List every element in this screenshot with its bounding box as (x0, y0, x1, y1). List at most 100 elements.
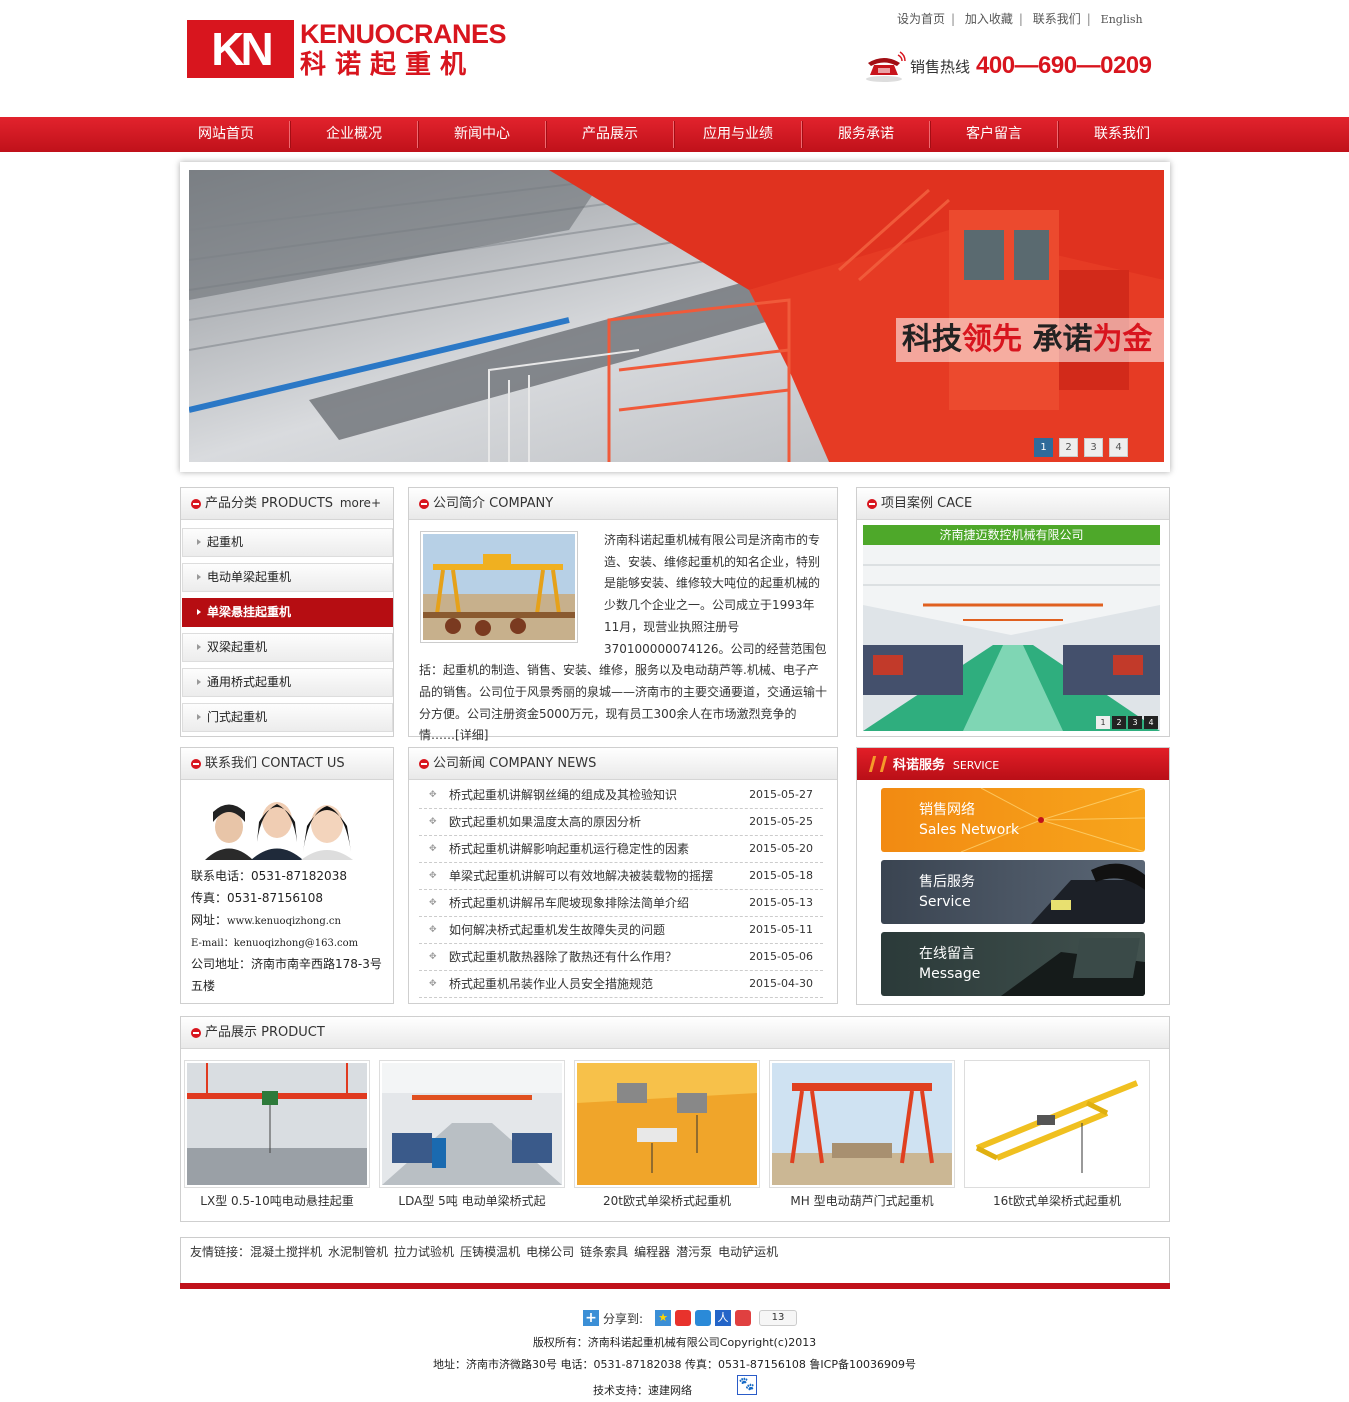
news-title-text[interactable]: 桥式起重机讲解吊车爬坡现象排除法简单介绍 (449, 890, 689, 916)
label: 公司地址： (191, 957, 252, 971)
banner-dot-4[interactable]: 4 (1109, 438, 1128, 457)
value[interactable]: www.kenuoqizhong.cn (227, 916, 341, 927)
news-title-text[interactable]: 桥式起重机讲解钢丝绳的组成及其检验知识 (449, 782, 677, 808)
banner-dot-2[interactable]: 2 (1059, 438, 1078, 457)
logo-text-en: KENUOCRANES (300, 19, 507, 49)
company-photo[interactable] (420, 531, 578, 643)
more-link[interactable]: more+ (340, 488, 381, 519)
news-item[interactable]: ✥ 单梁式起重机讲解可以有效地解决被装载物的摇摆 2015-05-18 (419, 863, 823, 890)
renren-icon[interactable]: 人 (715, 1310, 732, 1326)
bullet-icon: ✥ (429, 979, 437, 989)
product-thumb-2[interactable] (379, 1060, 565, 1188)
qzone-icon[interactable]: ★ (655, 1310, 672, 1326)
product-thumb-5[interactable] (964, 1060, 1150, 1188)
news-title-text[interactable]: 单梁式起重机讲解可以有效地解决被装载物的摇摆 (449, 863, 713, 889)
online-message-button[interactable]: 在线留言 Message (881, 932, 1145, 996)
nav-about[interactable]: 企业概况 (290, 117, 418, 152)
friend-link[interactable]: 编程器 (634, 1245, 670, 1259)
news-item[interactable]: ✥ 桥式起重机讲解影响起重机运行稳定性的因素 2015-05-20 (419, 836, 823, 863)
panel-header: 项目案例 CACE (857, 488, 1169, 520)
category-item[interactable]: 通用桥式起重机 (182, 668, 393, 697)
value[interactable]: kenuoqizhong@163.com (234, 938, 358, 949)
banner-image[interactable] (189, 170, 1164, 462)
service-title-cn: 科诺服务 (893, 758, 946, 773)
product-caption-5[interactable]: 16t欧式单梁桥式起重机 (964, 1192, 1150, 1209)
case-dot-2[interactable]: 2 (1112, 716, 1126, 729)
product-thumb-3[interactable] (574, 1060, 760, 1188)
nav-news[interactable]: 新闻中心 (418, 117, 546, 152)
nav-guestbook[interactable]: 客户留言 (930, 117, 1058, 152)
product-caption-4[interactable]: MH 型电动葫芦门式起重机 (769, 1192, 955, 1209)
panel-header: 产品分类 PRODUCTS more+ (181, 488, 393, 520)
hotline-number: 400—690—0209 (976, 52, 1152, 79)
share-count: 13 (759, 1310, 798, 1326)
set-homepage-link[interactable]: 设为首页 (897, 12, 945, 26)
friend-link[interactable]: 压铸模温机 (460, 1245, 520, 1259)
detail-link[interactable]: [详细] (455, 728, 488, 742)
case-photo[interactable]: 1 2 3 4 (863, 545, 1160, 731)
friend-link[interactable]: 拉力试验机 (394, 1245, 454, 1259)
nav-products[interactable]: 产品展示 (546, 117, 674, 152)
news-title-text[interactable]: 桥式起重机讲解影响起重机运行稳定性的因素 (449, 836, 689, 862)
sales-network-button[interactable]: 销售网络 Sales Network (881, 788, 1145, 852)
sales-network-cn: 销售网络 (919, 802, 975, 818)
news-title-text[interactable]: 欧式起重机散热器除了散热还有什么作用？ (449, 944, 677, 970)
contact-us-link[interactable]: 联系我们 (1033, 12, 1081, 26)
products-title: 产品分类 PRODUCTS (205, 496, 334, 511)
news-item[interactable]: ✥ 欧式起重机如果温度太高的原因分析 2015-05-25 (419, 809, 823, 836)
online-message-cn: 在线留言 (919, 946, 975, 962)
case-dot-1[interactable]: 1 (1096, 716, 1110, 729)
bullet-icon (191, 499, 201, 509)
bullet-icon: ✥ (429, 952, 437, 962)
category-item[interactable]: 门式起重机 (182, 703, 393, 732)
product-caption-1[interactable]: LX型 0.5-10吨电动悬挂起重 (184, 1192, 370, 1209)
product-thumb-4[interactable] (769, 1060, 955, 1188)
panel-header: 公司新闻 COMPANY NEWS (409, 748, 837, 780)
nav-applications[interactable]: 应用与业绩 (674, 117, 802, 152)
news-title-text[interactable]: 如何解决桥式起重机发生故障失灵的问题 (449, 917, 665, 943)
slogan-part: 科技 (902, 322, 962, 357)
nav-service[interactable]: 服务承诺 (802, 117, 930, 152)
english-link[interactable]: English (1101, 13, 1143, 26)
product-caption-3[interactable]: 20t欧式单梁桥式起重机 (574, 1192, 760, 1209)
news-item[interactable]: ✥ 桥式起重机讲解吊车爬坡现象排除法简单介绍 2015-05-13 (419, 890, 823, 917)
friend-link[interactable]: 电梯公司 (526, 1245, 574, 1259)
news-item[interactable]: ✥ 桥式起重机讲解钢丝绳的组成及其检验知识 2015-05-27 (419, 782, 823, 809)
support-staff-photo (199, 782, 367, 860)
case-dot-3[interactable]: 3 (1128, 716, 1142, 729)
friend-link[interactable]: 链条索具 (580, 1245, 628, 1259)
news-item[interactable]: ✥ 如何解决桥式起重机发生故障失灵的问题 2015-05-11 (419, 917, 823, 944)
kaixin-icon[interactable] (735, 1310, 752, 1326)
product-caption-2[interactable]: LDA型 5吨 电动单梁桥式起 (379, 1192, 565, 1209)
tencent-weibo-icon[interactable] (695, 1310, 712, 1326)
category-item[interactable]: 起重机 (182, 528, 393, 557)
friend-link[interactable]: 电动铲运机 (718, 1245, 778, 1259)
news-title-text[interactable]: 欧式起重机如果温度太高的原因分析 (449, 809, 641, 835)
news-title-text[interactable]: 桥式起重机吊装作业人员安全措施规范 (449, 971, 653, 997)
banner-dot-3[interactable]: 3 (1084, 438, 1103, 457)
nav-home[interactable]: 网站首页 (162, 117, 290, 152)
category-item-active[interactable]: 单梁悬挂起重机 (182, 598, 393, 627)
tech-support[interactable]: 技术支持：速建网络 (593, 1382, 692, 1398)
category-item[interactable]: 电动单梁起重机 (182, 563, 393, 592)
bullet-icon (867, 499, 877, 509)
weibo-icon[interactable] (675, 1310, 692, 1326)
banner-dot-1[interactable]: 1 (1034, 438, 1053, 457)
news-item[interactable]: ✥ 欧式起重机散热器除了散热还有什么作用？ 2015-05-06 (419, 944, 823, 971)
case-dot-4[interactable]: 4 (1144, 716, 1158, 729)
friend-link[interactable]: 水泥制管机 (328, 1245, 388, 1259)
product-thumb-1[interactable] (184, 1060, 370, 1188)
news-item[interactable]: ✥ 桥式起重机吊装作业人员安全措施规范 2015-04-30 (419, 971, 823, 998)
bullet-icon: ✥ (429, 925, 437, 935)
logo-mark[interactable]: KN (187, 20, 294, 78)
plus-share-icon[interactable]: + (583, 1310, 599, 1326)
after-sales-en: Service (919, 894, 971, 910)
nav-contact[interactable]: 联系我们 (1058, 117, 1186, 152)
friend-links-label: 友情链接： (190, 1245, 251, 1259)
category-item[interactable]: 双梁起重机 (182, 633, 393, 662)
paw-stats-icon[interactable]: 🐾 (737, 1375, 757, 1395)
friend-link[interactable]: 混凝土搅拌机 (250, 1245, 322, 1259)
add-favorite-link[interactable]: 加入收藏 (965, 12, 1013, 26)
after-sales-button[interactable]: 售后服务 Service (881, 860, 1145, 924)
friend-link[interactable]: 潜污泵 (676, 1245, 712, 1259)
